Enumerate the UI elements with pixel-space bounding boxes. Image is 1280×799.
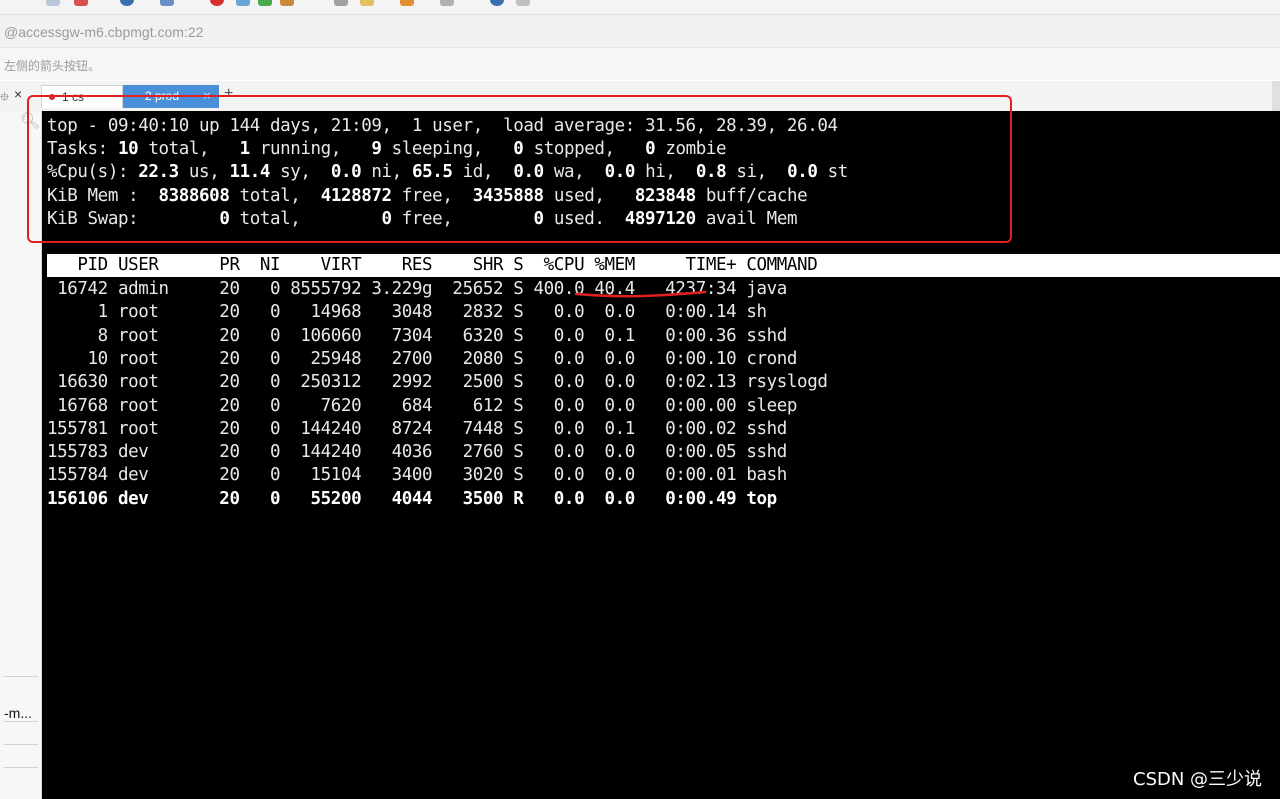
divider [4,676,38,677]
toolbar-icon[interactable] [280,0,294,6]
toolbar-icon[interactable] [334,0,348,6]
toolbar-icon[interactable] [74,0,88,6]
toolbar-icon[interactable] [210,0,224,6]
process-row: 1 root 20 0 14968 3048 2832 S 0.0 0.0 0:… [47,302,767,323]
toolbar-icon[interactable] [440,0,454,6]
process-row: 10 root 20 0 25948 2700 2080 S 0.0 0.0 0… [47,348,798,369]
toolbar-icon[interactable] [516,0,530,6]
divider [4,721,38,722]
toolbar-icon[interactable] [360,0,374,6]
toolbar-icon[interactable] [46,0,60,6]
toolbar-icon[interactable] [236,0,250,6]
column-header-bar: PID USER PR NI VIRT RES SHR S %CPU %MEM … [47,254,1280,277]
toolbar-icon[interactable] [160,0,174,6]
toolbar-icon[interactable] [120,0,134,6]
address-text: @accessgw-m6.cbpmgt.com:22 [4,24,204,40]
tab-scroll-edge [1272,81,1280,111]
process-row: 155781 root 20 0 144240 8724 7448 S 0.0 … [47,418,787,439]
process-row: 16768 root 20 0 7620 684 612 S 0.0 0.0 0… [47,395,798,416]
hint-text: 左侧的箭头按钮。 [4,59,101,73]
annotation-underline [574,290,707,298]
process-row: 8 root 20 0 106060 7304 6320 S 0.0 0.1 0… [47,325,788,346]
pin-icon[interactable]: ⯐ [0,88,9,109]
process-row: 155784 dev 20 0 15104 3400 3020 S 0.0 0.… [47,465,787,486]
divider [4,744,38,745]
toolbar-icon[interactable] [258,0,272,6]
sidebar-item[interactable]: -m... [4,705,32,721]
process-row: 16630 root 20 0 250312 2992 2500 S 0.0 0… [47,372,828,393]
process-row: 156106 dev 20 0 55200 4044 3500 R 0.0 0.… [47,488,777,509]
divider [4,767,38,768]
toolbar-icon[interactable] [490,0,504,6]
toolbar [0,0,1280,15]
annotation-box [27,95,1012,243]
watermark: CSDN @三少说 [1133,769,1263,790]
close-icon[interactable]: × [14,86,22,102]
address-bar[interactable]: @accessgw-m6.cbpmgt.com:22 [0,15,1280,48]
column-header: PID USER PR NI VIRT RES SHR S %CPU %MEM … [47,255,818,275]
process-row: 155783 dev 20 0 144240 4036 2760 S 0.0 0… [47,442,787,463]
hint-bar: 左侧的箭头按钮。 [0,48,1280,80]
toolbar-icon[interactable] [400,0,414,6]
